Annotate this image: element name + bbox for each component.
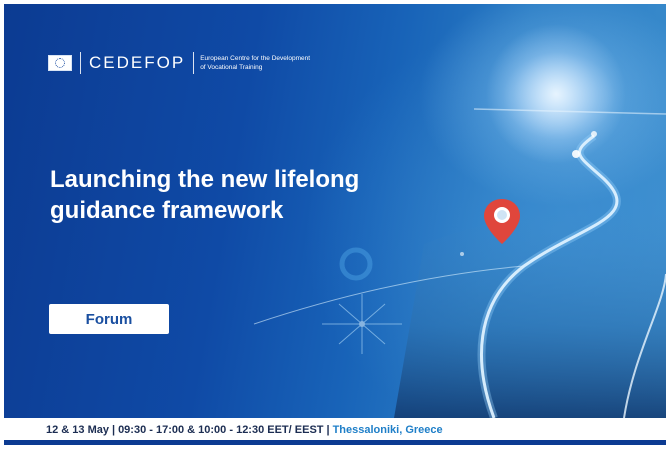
info-separator: | xyxy=(326,424,330,436)
light-dot xyxy=(591,131,597,137)
event-info-bar: 12 & 13 May | 09:30 - 17:00 & 10:00 - 12… xyxy=(0,421,670,439)
logo-divider xyxy=(193,52,195,74)
bokeh-ring xyxy=(339,247,373,281)
tagline-line-2: of Vocational Training xyxy=(200,64,263,71)
page-title: Launching the new lifelong guidance fram… xyxy=(50,164,430,226)
terrain-shape xyxy=(394,212,666,418)
eu-flag-icon xyxy=(48,55,72,71)
light-glow xyxy=(486,24,626,164)
sparkle-icon xyxy=(322,294,402,354)
forum-badge-button[interactable]: Forum xyxy=(49,304,169,334)
title-line-1: Launching the new lifelong xyxy=(50,166,360,193)
cedefop-logo: CEDEFOP European Centre for the Developm… xyxy=(48,52,350,74)
light-dot xyxy=(460,252,464,256)
event-dates: 12 & 13 May xyxy=(46,424,109,436)
bottom-rule xyxy=(4,440,666,445)
hero-banner: CEDEFOP European Centre for the Developm… xyxy=(4,4,666,418)
event-location: Thessaloniki, Greece xyxy=(332,424,443,436)
info-separator: | xyxy=(111,424,116,436)
logo-divider xyxy=(80,52,81,74)
event-times: 09:30 - 17:00 & 10:00 - 12:30 EET/ EEST xyxy=(118,424,324,436)
logo-tagline: European Centre for the Development of V… xyxy=(200,54,350,72)
tagline-line-1: European Centre for the Development xyxy=(200,55,311,62)
logo-wordmark: CEDEFOP xyxy=(89,53,186,72)
light-dot xyxy=(572,150,580,158)
title-line-2: guidance framework xyxy=(50,197,284,224)
